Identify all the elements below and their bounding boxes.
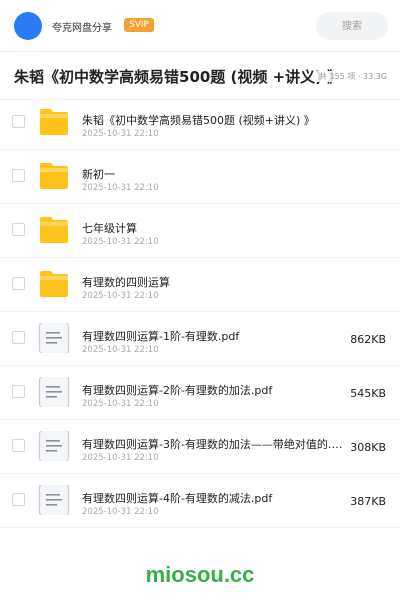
document-icon: [38, 485, 70, 515]
file-date: 2025-10-31 22:10: [82, 237, 159, 247]
list-item[interactable]: 有理数四则运算-3阶-有理数的加法——带绝对值的.pdf 2025-10-31 …: [0, 420, 400, 474]
document-icon: [38, 377, 70, 407]
file-name: 有理数四则运算-2阶-有理数的加法.pdf: [82, 384, 273, 397]
file-date: 2025-10-31 22:10: [82, 399, 159, 409]
file-name: 有理数四则运算-4阶-有理数的减法.pdf: [82, 492, 273, 505]
file-date: 2025-10-31 22:10: [82, 291, 159, 301]
document-icon: [38, 323, 70, 353]
file-date: 2025-10-31 22:10: [82, 507, 159, 517]
file-date: 2025-10-31 22:10: [82, 453, 159, 463]
row-checkbox[interactable]: [12, 277, 25, 290]
folder-icon: [40, 163, 68, 189]
search-input[interactable]: [316, 12, 388, 40]
file-date: 2025-10-31 22:10: [82, 345, 159, 355]
file-name: 朱韬《初中数学高频易错500题 (视频+讲义) 》: [82, 114, 315, 127]
row-checkbox[interactable]: [12, 169, 25, 182]
folder-icon: [40, 271, 68, 297]
file-date: 2025-10-31 22:10: [82, 183, 159, 193]
folder-meta: 共 155 项 · 33.3G: [317, 71, 387, 82]
top-header: 夸克网盘分享 SVIP: [0, 0, 400, 52]
row-checkbox[interactable]: [12, 115, 25, 128]
row-checkbox[interactable]: [12, 223, 25, 236]
list-item[interactable]: 有理数四则运算-2阶-有理数的加法.pdf 2025-10-31 22:10 5…: [0, 366, 400, 420]
folder-icon: [40, 109, 68, 135]
list-item[interactable]: 有理数四则运算-4阶-有理数的减法.pdf 2025-10-31 22:10 3…: [0, 474, 400, 528]
row-checkbox[interactable]: [12, 439, 25, 452]
watermark-text: miosou.cc: [145, 562, 255, 587]
list-item[interactable]: 新初一 2025-10-31 22:10: [0, 150, 400, 204]
file-list: 朱韬《初中数学高频易错500题 (视频+讲义) 》 2025-10-31 22:…: [0, 96, 400, 528]
document-icon: [38, 431, 70, 461]
row-checkbox[interactable]: [12, 493, 25, 506]
file-size: 387KB: [350, 495, 386, 508]
svip-badge: SVIP: [124, 18, 154, 32]
list-item[interactable]: 有理数的四则运算 2025-10-31 22:10: [0, 258, 400, 312]
file-size: 545KB: [350, 387, 386, 400]
page-title: 朱韬《初中数学高频易错500题 (视频 +讲义) 》: [14, 68, 343, 86]
list-item[interactable]: 七年级计算 2025-10-31 22:10: [0, 204, 400, 258]
list-item[interactable]: 有理数四则运算-1阶-有理数.pdf 2025-10-31 22:10 862K…: [0, 312, 400, 366]
file-name: 有理数四则运算-1阶-有理数.pdf: [82, 330, 240, 343]
row-checkbox[interactable]: [12, 331, 25, 344]
row-checkbox[interactable]: [12, 385, 25, 398]
app-name: 夸克网盘分享: [52, 23, 112, 34]
file-name: 有理数四则运算-3阶-有理数的加法——带绝对值的.pdf: [82, 438, 344, 451]
file-size: 862KB: [350, 333, 386, 346]
file-date: 2025-10-31 22:10: [82, 129, 159, 139]
folder-title-row: 朱韬《初中数学高频易错500题 (视频 +讲义) 》 共 155 项 · 33.…: [0, 52, 400, 100]
list-item[interactable]: 朱韬《初中数学高频易错500题 (视频+讲义) 》 2025-10-31 22:…: [0, 96, 400, 150]
file-name: 新初一: [82, 168, 115, 181]
avatar[interactable]: [14, 12, 42, 40]
file-size: 308KB: [350, 441, 386, 454]
folder-icon: [40, 217, 68, 243]
file-name: 有理数的四则运算: [82, 276, 170, 289]
file-name: 七年级计算: [82, 222, 137, 235]
